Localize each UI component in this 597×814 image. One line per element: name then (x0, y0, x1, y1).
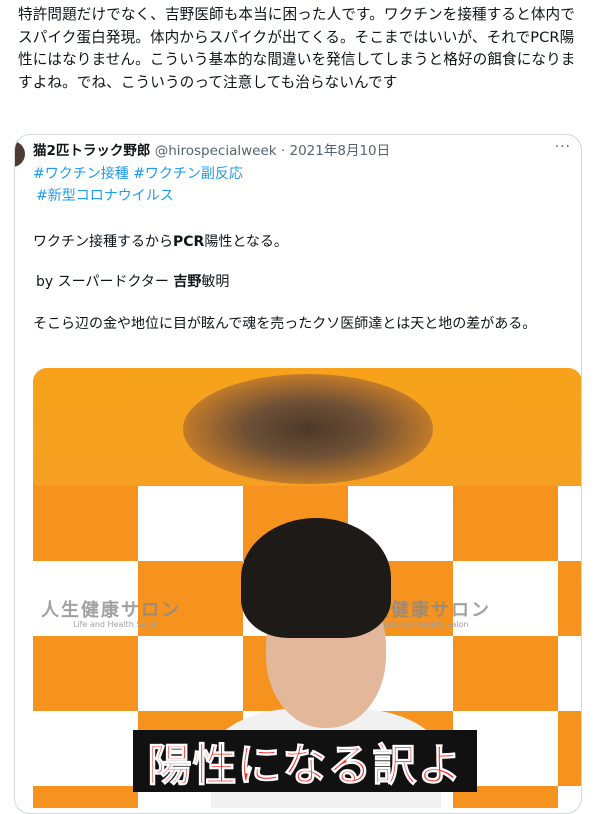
header-separator: · (280, 143, 286, 159)
quoted-line-1-bold: PCR (173, 234, 205, 250)
hashtag-link[interactable]: #ワクチン副反応 (133, 166, 243, 182)
video-caption: 陽性になる訳よ (133, 730, 477, 792)
quoted-tweet-header: 猫2匹トラック野郎 @hirospecialweek · 2021年8月10日 (33, 141, 390, 161)
more-options-icon[interactable]: ··· (555, 139, 571, 155)
hashtag-link[interactable]: #ワクチン接種 (33, 166, 129, 182)
quoted-line-2: by スーパードクター 吉野敏明 (36, 271, 229, 293)
blurred-face (183, 374, 433, 484)
quoted-line-2-bold: 吉野 (173, 274, 202, 290)
caption-text: 陽性になる訳よ (147, 740, 463, 792)
author-handle[interactable]: @hirospecialweek (155, 143, 277, 159)
video-thumbnail[interactable]: 人生健康サロン Life and Health Salon 人生健康サロン Li… (33, 368, 581, 808)
tweet-text: 特許問題だけでなく、吉野医師も本当に困った人です。ワクチンを接種すると体内でスパ… (18, 6, 576, 91)
salon-logo: 人生健康サロン (41, 600, 181, 621)
avatar[interactable] (15, 141, 25, 167)
tweet-date[interactable]: 2021年8月10日 (290, 143, 391, 159)
quoted-line-1: ワクチン接種するからPCR陽性となる。 (33, 231, 288, 253)
hashtag-link[interactable]: #新型コロナウイルス (36, 188, 174, 204)
quoted-line-3: そこら辺の金や地位に目が眩んで魂を売ったクソ医師達とは天と地の差がある。 (33, 316, 537, 332)
quoted-line-1-pre: ワクチン接種するから (33, 234, 173, 250)
quoted-line-1-post: 陽性となる。 (204, 234, 288, 250)
hashtag-list: #ワクチン接種 #ワクチン副反応 #新型コロナウイルス (33, 163, 243, 207)
quoted-line-2-pre: by スーパードクター (36, 274, 174, 290)
blurred-region (33, 368, 581, 486)
hair (241, 518, 391, 638)
quoted-line-2-post: 敏明 (201, 274, 230, 290)
author-name[interactable]: 猫2匹トラック野郎 (33, 143, 150, 159)
salon-logo-sub: Life and Health Salon (73, 620, 159, 629)
quoted-tweet-card[interactable]: 猫2匹トラック野郎 @hirospecialweek · 2021年8月10日 … (14, 134, 582, 814)
